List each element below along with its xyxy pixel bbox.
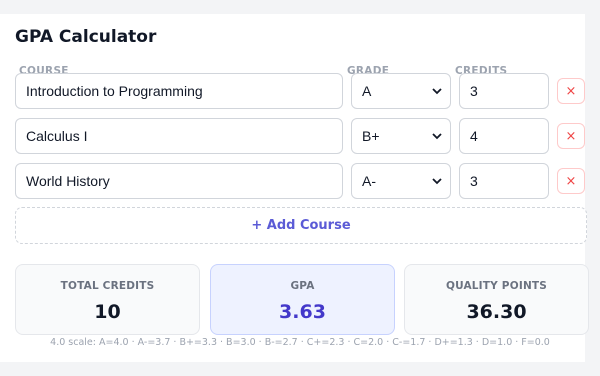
course-name-input[interactable]: Introduction to Programming [15, 73, 343, 109]
chevron-down-icon [432, 177, 442, 185]
course-row: Calculus I B+ 4 × [15, 118, 585, 154]
chevron-down-icon [432, 132, 442, 140]
remove-course-button[interactable]: × [557, 78, 585, 104]
course-row: Introduction to Programming A 3 × [15, 73, 585, 109]
grade-select[interactable]: A [351, 73, 451, 109]
grade-select-value: B+ [362, 128, 380, 144]
course-name-input[interactable]: World History [15, 163, 343, 199]
grade-scale-note: 4.0 scale: A=4.0 · A-=3.7 · B+=3.3 · B=3… [50, 337, 550, 348]
credits-input[interactable]: 3 [459, 163, 549, 199]
grade-select-value: A- [362, 173, 376, 189]
stat-gpa: GPA 3.63 [210, 264, 395, 335]
grade-select-value: A [362, 83, 372, 99]
stat-value: 3.63 [279, 301, 326, 323]
close-icon: × [565, 128, 577, 144]
add-course-button[interactable]: + Add Course [15, 207, 587, 244]
gpa-calculator-card: GPA Calculator COURSE GRADE CREDITS Intr… [0, 14, 589, 362]
stat-label: TOTAL CREDITS [60, 280, 155, 292]
remove-course-button[interactable]: × [557, 168, 585, 194]
chevron-down-icon [432, 87, 442, 95]
stat-total-credits: TOTAL CREDITS 10 [15, 264, 200, 335]
grade-select[interactable]: B+ [351, 118, 451, 154]
remove-course-button[interactable]: × [557, 123, 585, 149]
stat-value: 36.30 [466, 301, 527, 323]
course-name-input[interactable]: Calculus I [15, 118, 343, 154]
close-icon: × [565, 83, 577, 99]
stat-quality-points: QUALITY POINTS 36.30 [404, 264, 589, 335]
grade-select[interactable]: A- [351, 163, 451, 199]
credits-input[interactable]: 3 [459, 73, 549, 109]
stat-value: 10 [94, 301, 121, 323]
credits-input[interactable]: 4 [459, 118, 549, 154]
stat-label: QUALITY POINTS [445, 280, 548, 292]
stat-label: GPA [290, 280, 315, 292]
close-icon: × [565, 173, 577, 189]
course-row: World History A- 3 × [15, 163, 585, 199]
page-title: GPA Calculator [15, 27, 157, 47]
